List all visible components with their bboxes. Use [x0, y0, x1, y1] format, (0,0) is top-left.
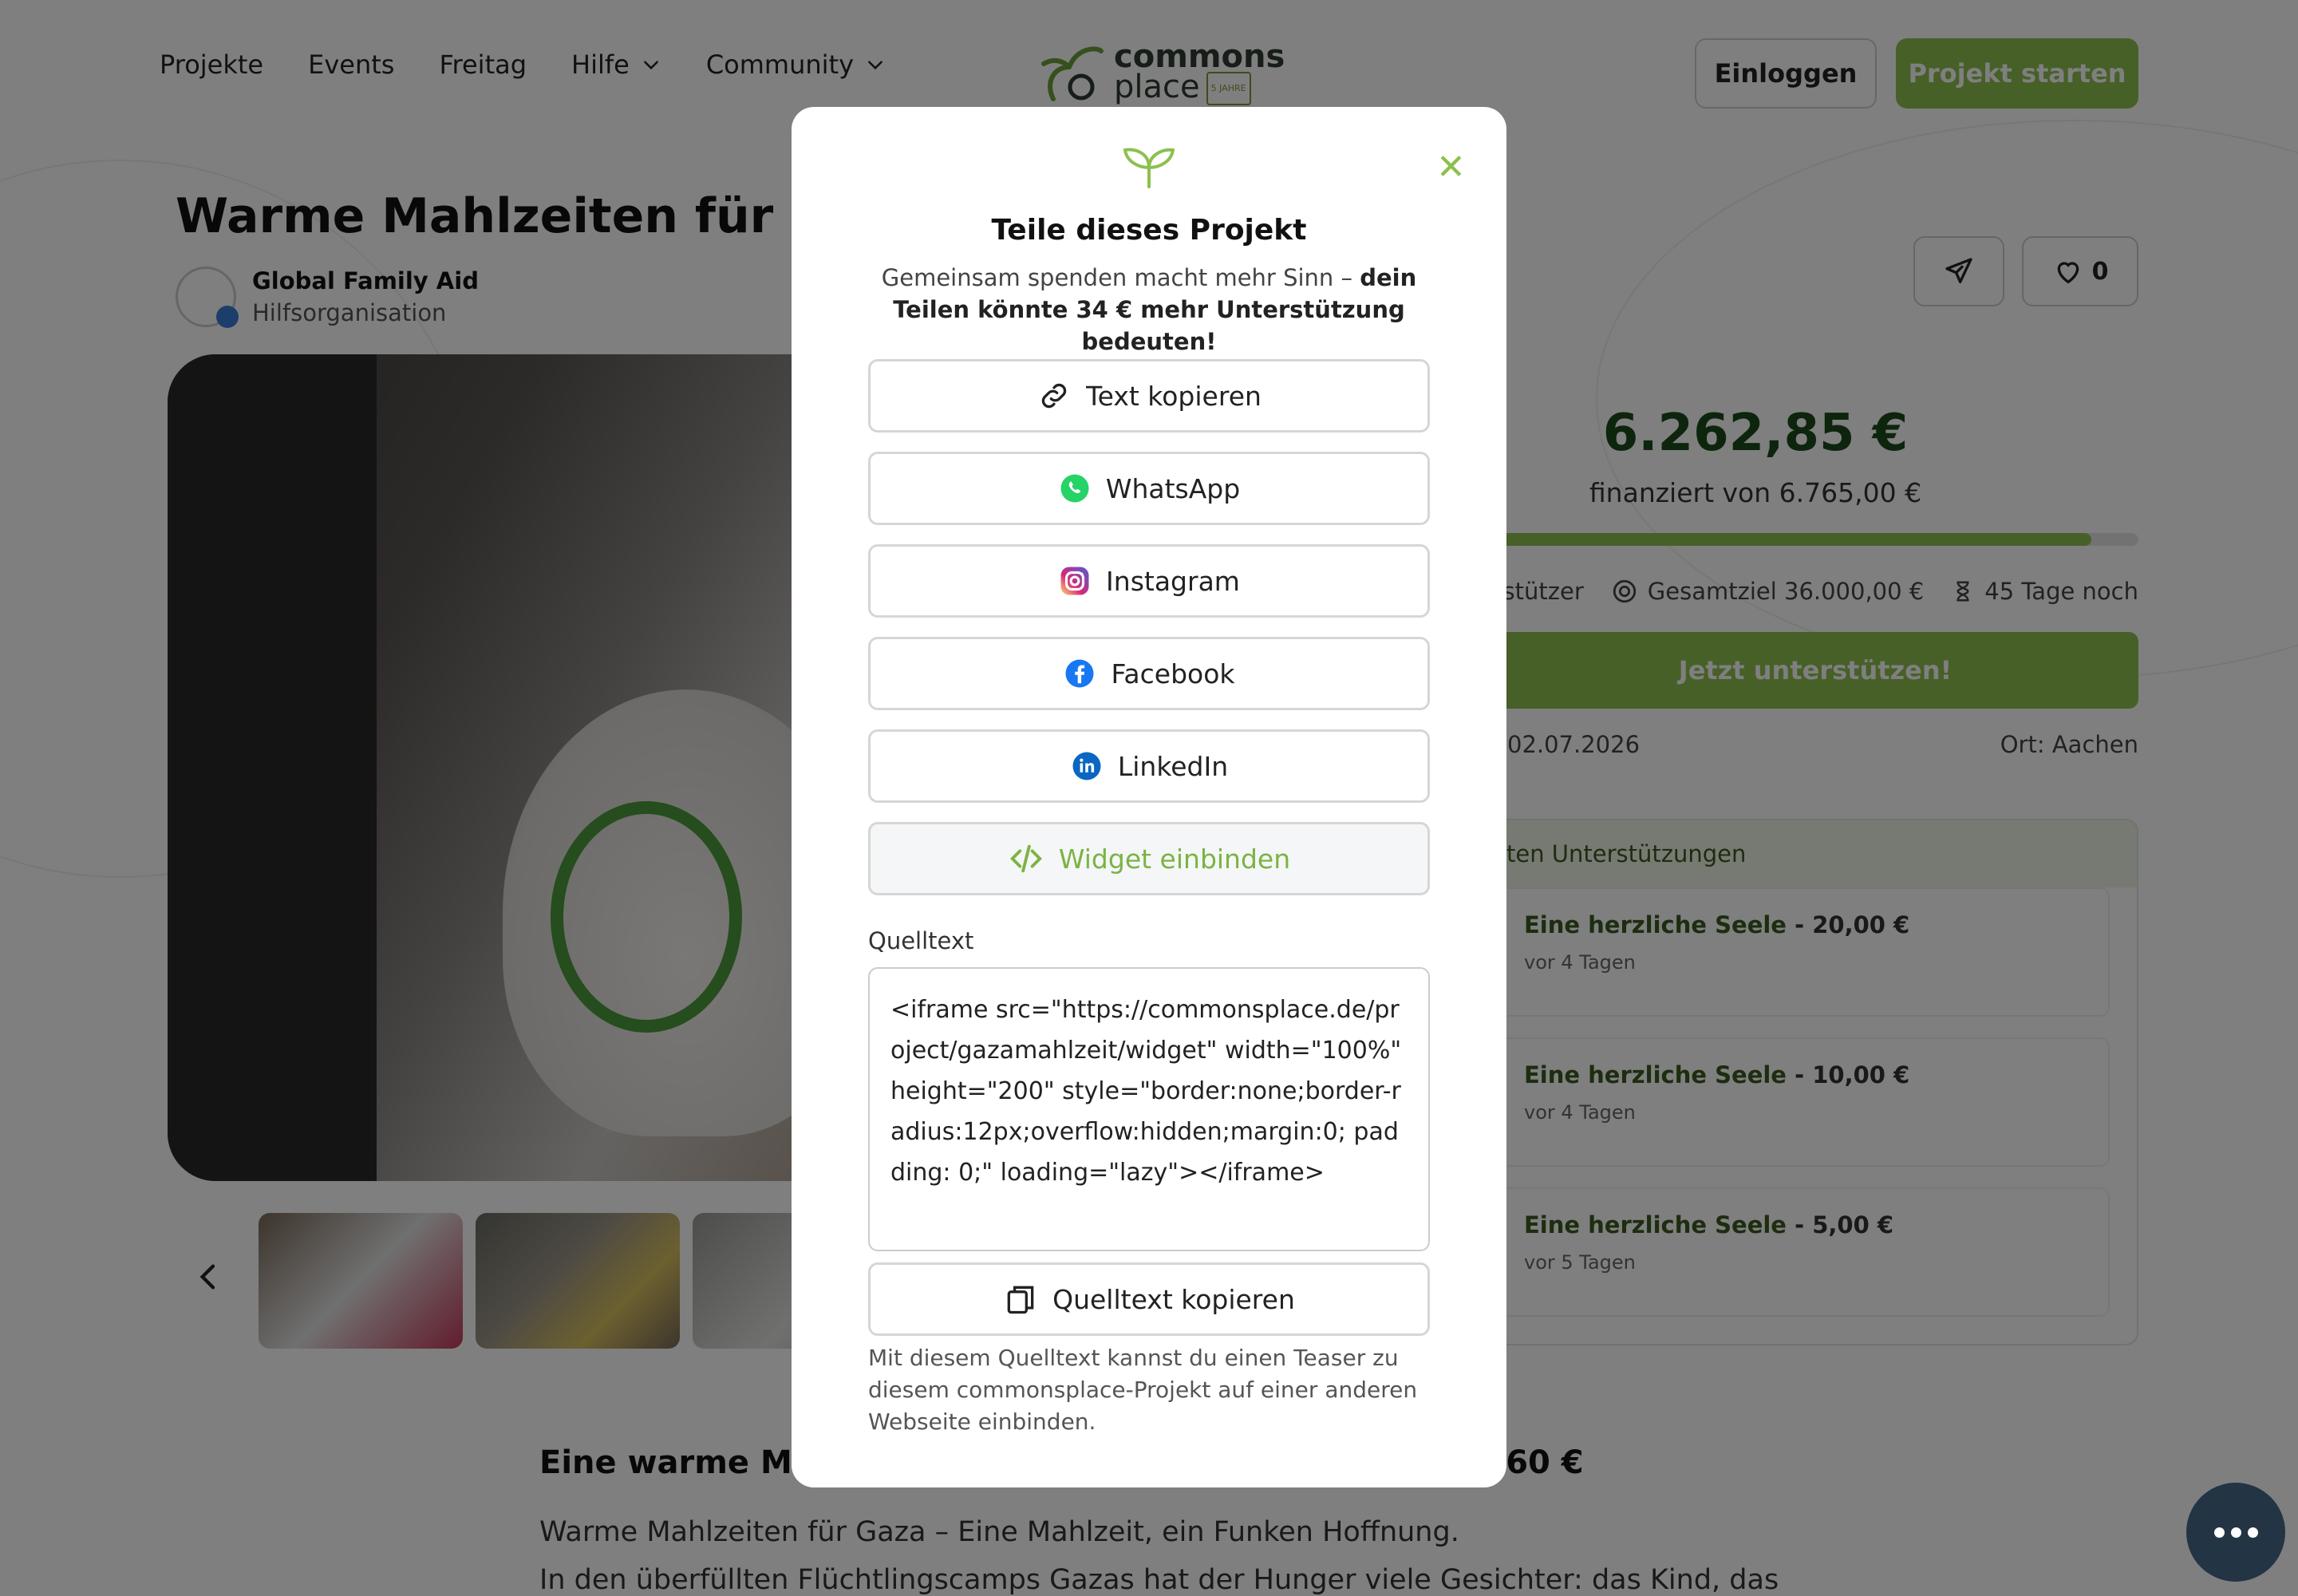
linkedin-icon: [1072, 752, 1101, 780]
modal-title: Teile dieses Projekt: [991, 214, 1307, 247]
copy-source-button[interactable]: Quelltext kopieren: [868, 1262, 1430, 1336]
share-modal: ✕ Teile dieses Projekt Gemeinsam spenden…: [792, 107, 1506, 1487]
close-icon[interactable]: ✕: [1436, 147, 1466, 188]
whatsapp-icon: [1060, 474, 1089, 503]
code-icon: [1009, 844, 1042, 873]
modal-subtitle: Gemeinsam spenden macht mehr Sinn – dein…: [881, 264, 1417, 355]
embed-widget-button[interactable]: Widget einbinden: [868, 822, 1430, 895]
facebook-icon: [1065, 659, 1094, 688]
instagram-share-button[interactable]: Instagram: [868, 544, 1430, 618]
sprout-icon: [1123, 148, 1175, 188]
chat-dot: [2213, 1527, 2225, 1538]
source-label: Quelltext: [868, 927, 974, 954]
copy-text-button[interactable]: Text kopieren: [868, 359, 1430, 433]
facebook-share-button[interactable]: Facebook: [868, 637, 1430, 710]
linkedin-share-button[interactable]: LinkedIn: [868, 729, 1430, 803]
chat-dot: [2247, 1527, 2258, 1538]
chat-dot: [2230, 1527, 2241, 1538]
whatsapp-share-button[interactable]: WhatsApp: [868, 452, 1430, 525]
instagram-icon: [1060, 567, 1089, 595]
source-code-textarea[interactable]: <iframe src="https://commonsplace.de/pro…: [868, 967, 1430, 1251]
page: Projekte Events Freitag Hilfe Community …: [0, 0, 2298, 1596]
embed-help-text: Mit diesem Quelltext kannst du einen Tea…: [868, 1345, 1418, 1435]
copy-icon: [1007, 1286, 1034, 1314]
link-icon: [1041, 383, 1067, 409]
chat-button[interactable]: [2186, 1483, 2285, 1582]
